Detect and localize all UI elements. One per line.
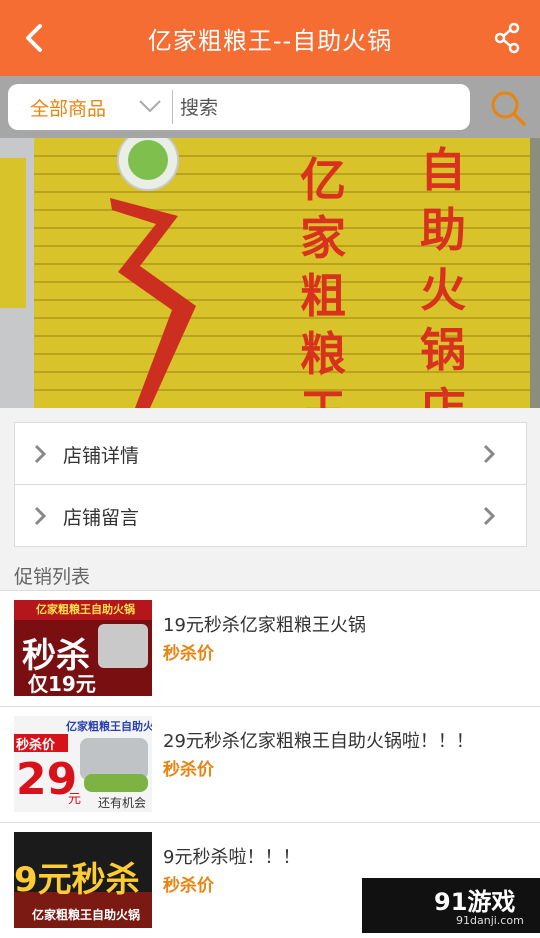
site-watermark: 91游戏 91danji.com — [362, 878, 540, 933]
thumb-header: 亿家粗粮王自助火锅 — [66, 720, 152, 733]
promo-price-label: 秒杀价 — [163, 644, 214, 664]
promo-price-label: 秒杀价 — [163, 876, 214, 896]
banner-char: 粮 — [300, 327, 346, 381]
search-divider — [172, 90, 173, 124]
promo-item[interactable]: 亿家粗粮王自助火锅 秒杀价 29 元 还有机会 29元秒杀亿家粗粮王自助火锅啦！… — [0, 706, 540, 822]
promo-thumbnail: 亿家粗粮王自助火锅 秒杀 仅19元 — [14, 600, 152, 696]
banner-char: 自 — [420, 143, 466, 197]
promo-title: 19元秒杀亿家粗粮王火锅 — [163, 615, 366, 636]
page-title: 亿家粗粮王--自助火锅 — [147, 26, 393, 55]
banner-char: 家 — [300, 211, 346, 265]
banner-char: 火 — [420, 263, 466, 317]
promo-thumbnail: 亿家粗粮王自助火锅 秒杀价 29 元 还有机会 — [14, 716, 152, 812]
back-arrow-icon[interactable] — [18, 20, 52, 56]
menu-item-label: 店铺留言 — [63, 507, 140, 529]
banner-char: 亿 — [300, 153, 346, 207]
search-box: 全部商品 — [8, 84, 470, 130]
category-label: 全部商品 — [30, 98, 107, 120]
thumb-tag: 秒杀价 — [16, 738, 56, 753]
share-icon[interactable] — [492, 22, 522, 54]
menu-item-store-messages[interactable]: 店铺留言 — [15, 485, 526, 546]
thumb-footer: 亿家粗粮王自助火锅 — [32, 908, 141, 922]
banner-char: 锅 — [420, 323, 466, 377]
watermark-site: 91danji.com — [456, 914, 524, 927]
search-input[interactable] — [178, 92, 462, 124]
banner-char: 粗 — [300, 269, 346, 323]
top-bar: 亿家粗粮王--自助火锅 — [0, 0, 540, 76]
promo-title: 29元秒杀亿家粗粮王自助火锅啦！！！ — [163, 731, 474, 752]
search-bar: 全部商品 — [0, 76, 540, 138]
banner-char: 王 — [300, 376, 346, 408]
banner-char: 店 — [420, 374, 466, 408]
banner-char: 助 — [420, 203, 466, 257]
store-menu: 店铺详情 店铺留言 — [14, 422, 527, 547]
promo-item[interactable]: 亿家粗粮王自助火锅 秒杀 仅19元 19元秒杀亿家粗粮王火锅 秒杀价 — [0, 590, 540, 706]
thumb-small-text: 仅19元 — [28, 672, 96, 696]
watermark-brand: 91游戏 — [434, 888, 516, 916]
search-icon[interactable] — [488, 88, 528, 128]
chevron-right-icon — [483, 506, 496, 526]
thumb-big-text: 9元秒杀 — [14, 860, 140, 900]
chevron-down-icon — [139, 100, 161, 113]
promo-section-title: 促销列表 — [14, 566, 91, 588]
thumb-unit: 元 — [68, 792, 82, 807]
thumb-header: 亿家粗粮王自助火锅 — [36, 603, 135, 616]
store-banner[interactable]: 亿 家 粗 粮 王 自 助 火 锅 店 — [0, 138, 540, 408]
promo-thumbnail: 9元秒杀 亿家粗粮王自助火锅 — [14, 832, 152, 928]
chevron-right-icon — [34, 506, 47, 526]
menu-item-store-details[interactable]: 店铺详情 — [15, 423, 526, 485]
hotpot-image — [98, 624, 148, 668]
promo-price-label: 秒杀价 — [163, 760, 214, 780]
chevron-right-icon — [34, 444, 47, 464]
promo-title: 9元秒杀啦！！！ — [163, 847, 301, 868]
chevron-right-icon — [483, 444, 496, 464]
menu-item-label: 店铺详情 — [63, 445, 140, 467]
vegetables-image — [84, 774, 148, 792]
thumb-note: 还有机会 — [98, 796, 147, 810]
